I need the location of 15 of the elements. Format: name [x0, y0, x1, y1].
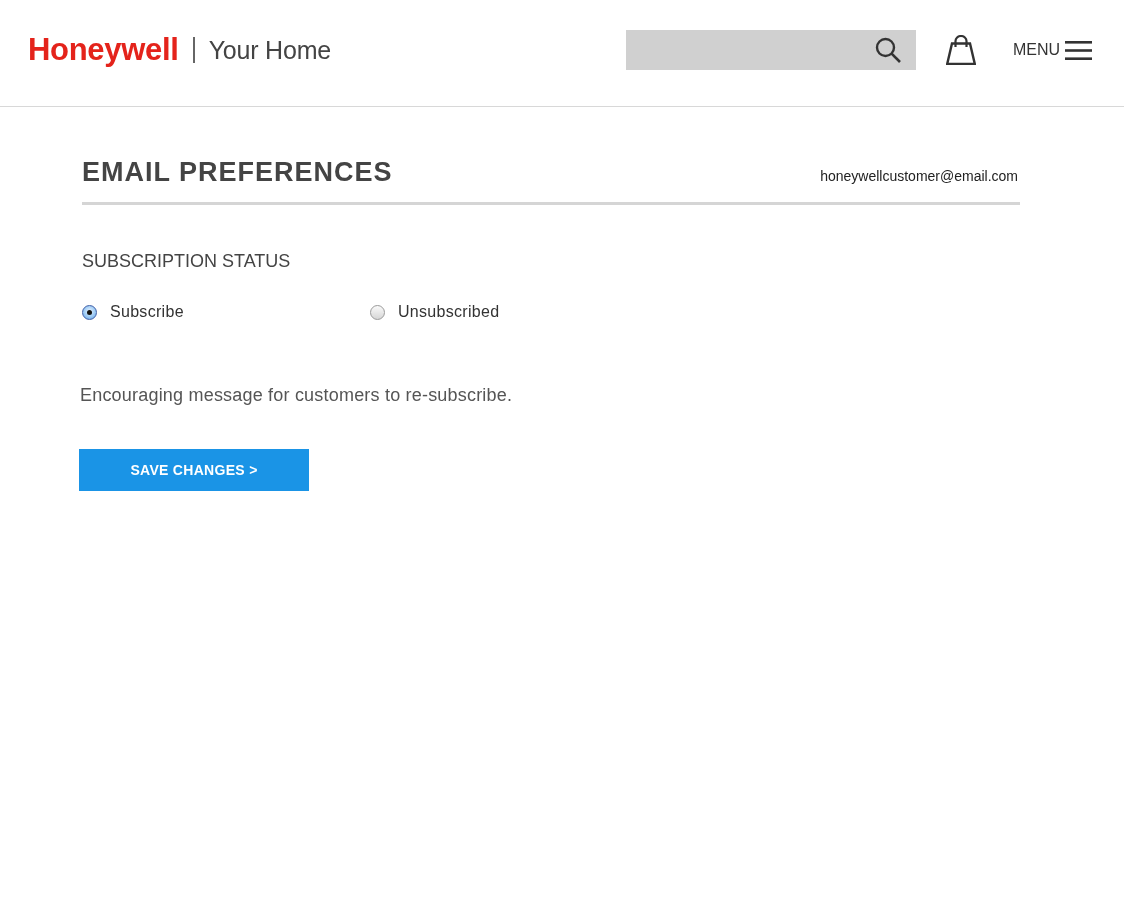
- account-email: honeywellcustomer@email.com: [820, 168, 1018, 184]
- shopping-bag-icon[interactable]: [945, 35, 976, 65]
- brand-logo[interactable]: Honeywell: [28, 32, 179, 68]
- menu-button[interactable]: MENU: [1012, 40, 1092, 60]
- message-text: Encouraging message for customers to re-subscribe.: [80, 384, 514, 406]
- menu-icon[interactable]: [1065, 40, 1092, 60]
- radio-button[interactable]: [370, 304, 385, 320]
- radio-label[interactable]: Subscribe: [110, 302, 184, 322]
- site-tagline: Your Home: [208, 35, 331, 65]
- radio-label[interactable]: Unsubscribed: [398, 302, 500, 322]
- section-heading: SUBSCRIPTION STATUS: [82, 250, 292, 272]
- search-field[interactable]: [625, 30, 916, 70]
- radio-button[interactable]: [82, 304, 97, 320]
- search-icon[interactable]: [874, 37, 901, 63]
- page-title: EMAIL PREFERENCES: [82, 156, 393, 188]
